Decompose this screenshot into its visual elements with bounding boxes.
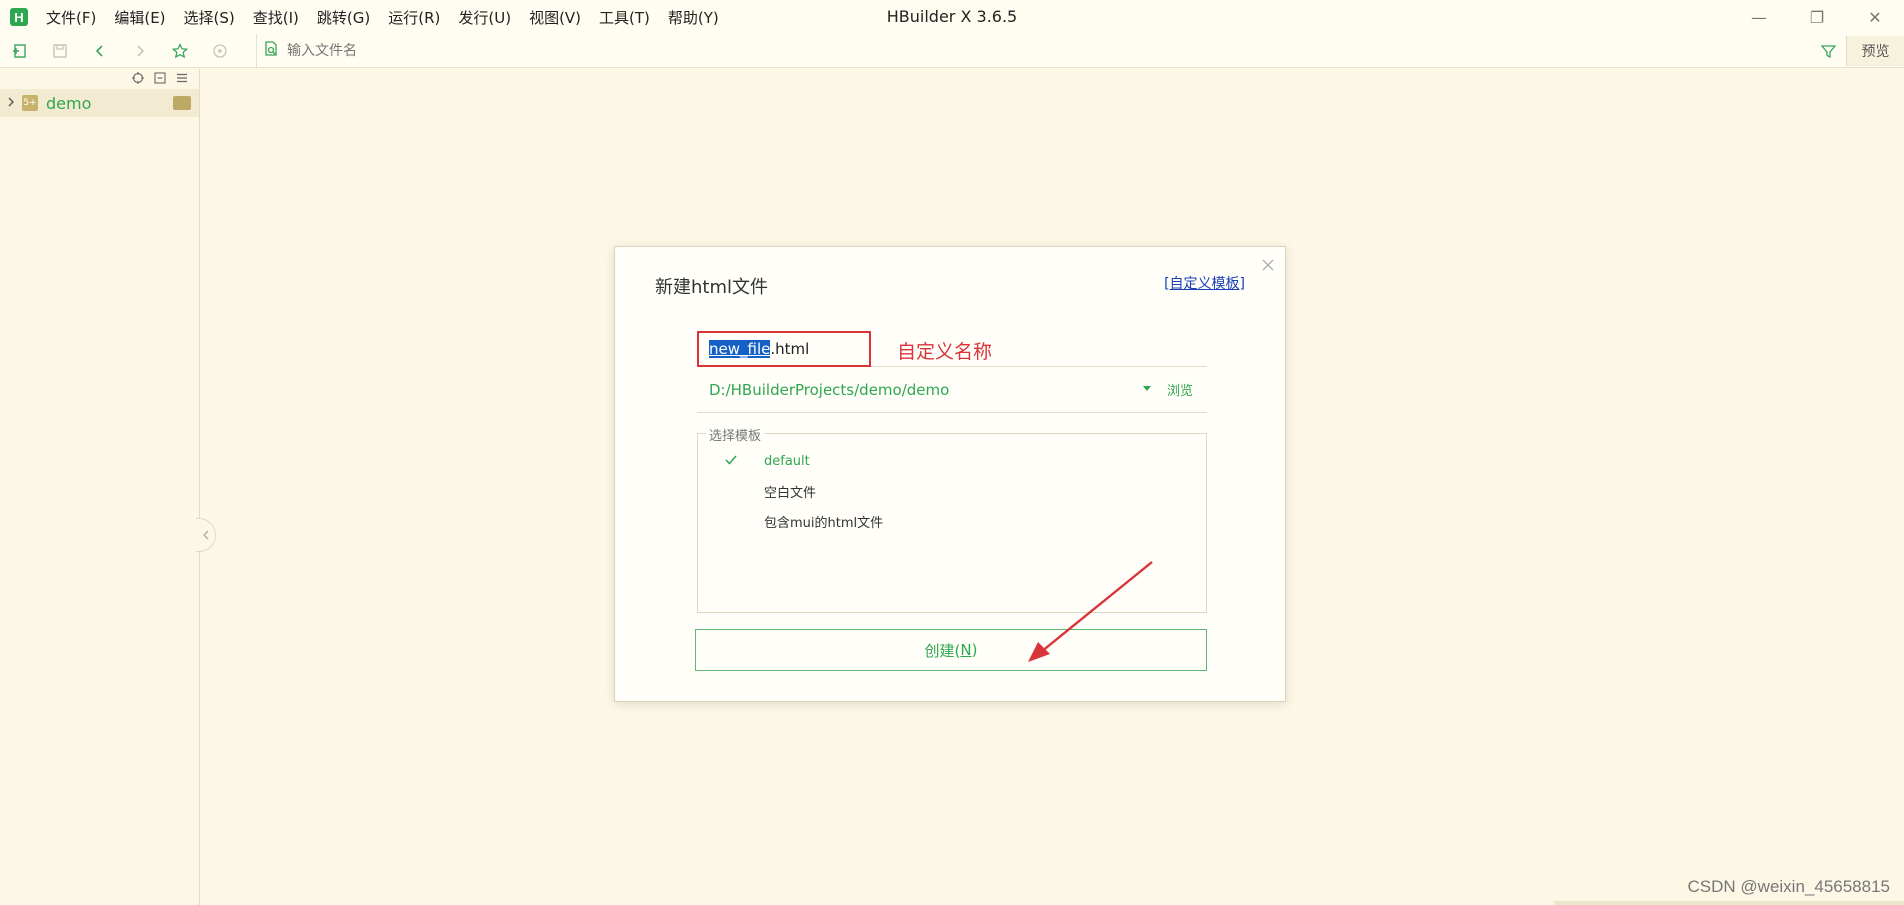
browse-button[interactable]: 浏览: [1167, 380, 1193, 399]
path-selector[interactable]: D:/HBuilderProjects/demo/demo 浏览: [697, 367, 1207, 413]
menu-goto[interactable]: 跳转(G): [317, 7, 370, 28]
new-html-file-dialog: 新建html文件 [自定义模板] new_file .html 自定义名称 D:/…: [614, 246, 1286, 702]
create-mnemonic: N: [960, 641, 972, 659]
file-search-icon: [263, 41, 279, 61]
hbuilder-logo-icon: H: [10, 8, 28, 26]
minimize-button[interactable]: —: [1730, 0, 1788, 34]
filename-extension: .html: [770, 340, 810, 358]
sidebar-tools: [0, 69, 199, 89]
file-search-bar: [256, 34, 1826, 68]
menu-view[interactable]: 视图(V): [529, 7, 581, 28]
menu-select[interactable]: 选择(S): [184, 7, 235, 28]
window-controls: — ❐ ✕: [1730, 0, 1904, 34]
restore-button[interactable]: ❐: [1788, 0, 1846, 34]
annotation-arrow-icon: [1028, 561, 1153, 662]
menu-find[interactable]: 查找(I): [253, 7, 299, 28]
create-suffix: ): [971, 641, 978, 659]
menu-run[interactable]: 运行(R): [388, 7, 440, 28]
locate-icon[interactable]: [127, 71, 149, 87]
create-label: 创建(: [924, 641, 961, 660]
chevron-right-icon[interactable]: [0, 96, 22, 110]
custom-name-annotation: 自定义名称: [897, 341, 993, 363]
uniapp-project-icon: 5+: [22, 95, 38, 111]
path-value: D:/HBuilderProjects/demo/demo: [709, 380, 950, 399]
new-file-icon[interactable]: [0, 34, 40, 68]
toolbar-right: 预览: [1810, 34, 1904, 68]
project-name: demo: [46, 93, 92, 113]
main-menu: 文件(F) 编辑(E) 选择(S) 查找(I) 跳转(G) 运行(R) 发行(U…: [46, 7, 737, 28]
collapse-all-icon[interactable]: [149, 71, 171, 87]
filter-icon[interactable]: [1810, 34, 1846, 68]
menu-publish[interactable]: 发行(U): [458, 7, 511, 28]
template-label: 包含mui的html文件: [764, 515, 884, 531]
menu-tools[interactable]: 工具(T): [599, 7, 650, 28]
save-icon[interactable]: [40, 34, 80, 68]
menu-edit[interactable]: 编辑(E): [114, 7, 165, 28]
template-item-blank[interactable]: 空白文件: [698, 478, 1206, 504]
menu-help[interactable]: 帮助(Y): [668, 7, 719, 28]
forward-icon[interactable]: [120, 34, 160, 68]
dialog-title: 新建html文件: [655, 277, 769, 298]
checkmark-icon: [698, 453, 764, 469]
sidebar-collapse-handle[interactable]: [196, 518, 216, 552]
project-tree-item-demo[interactable]: 5+ demo: [0, 89, 199, 117]
template-label: default: [764, 453, 810, 469]
menu-list-icon[interactable]: [171, 72, 193, 87]
template-item-mui[interactable]: 包含mui的html文件: [698, 508, 1206, 534]
template-group-label: 选择模板: [706, 425, 765, 444]
star-icon[interactable]: [160, 34, 200, 68]
run-icon[interactable]: [200, 34, 240, 68]
watermark: CSDN @weixin_45658815: [1687, 877, 1890, 896]
menu-bar: H 文件(F) 编辑(E) 选择(S) 查找(I) 跳转(G) 运行(R) 发行…: [0, 0, 1904, 34]
menu-file[interactable]: 文件(F): [46, 7, 96, 28]
filename-input[interactable]: new_file .html: [697, 331, 871, 367]
bottom-strip: [1554, 901, 1904, 905]
folder-icon: [173, 96, 191, 110]
dropdown-caret-icon[interactable]: [1143, 384, 1151, 395]
project-sidebar: 5+ demo: [0, 69, 200, 905]
filename-field: new_file .html 自定义名称: [697, 331, 1207, 367]
back-icon[interactable]: [80, 34, 120, 68]
file-search-input[interactable]: [287, 43, 1687, 59]
close-icon[interactable]: [1261, 253, 1275, 277]
custom-template-link[interactable]: [自定义模板]: [1164, 273, 1245, 293]
filename-selected-text: new_file: [709, 340, 771, 358]
preview-button[interactable]: 预览: [1846, 36, 1904, 66]
close-window-button[interactable]: ✕: [1846, 0, 1904, 34]
template-item-default[interactable]: default: [698, 448, 1206, 474]
template-label: 空白文件: [764, 485, 817, 501]
